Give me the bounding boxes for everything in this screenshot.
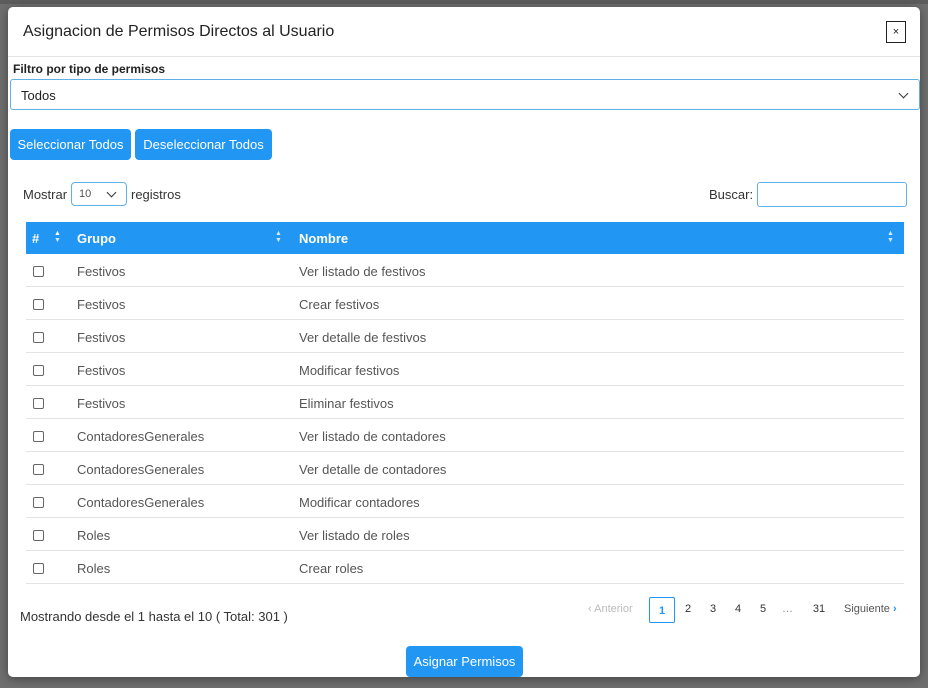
assign-permissions-button[interactable]: Asignar Permisos — [406, 646, 523, 677]
page-link-last[interactable]: 31 — [809, 603, 829, 615]
table-header: # ▲ ▼ Grupo ▲ ▼ Nombre ▲ ▼ — [26, 222, 904, 254]
pagination-ellipsis: … — [782, 603, 793, 615]
page-link-4[interactable]: 4 — [728, 603, 748, 615]
table-row: ContadoresGenerales Modificar contadores — [26, 485, 904, 518]
row-checkbox[interactable] — [33, 365, 44, 376]
name-cell: Ver detalle de festivos — [299, 330, 427, 345]
chevron-down-icon — [898, 88, 909, 99]
search-label: Buscar: — [709, 187, 754, 202]
records-label: registros — [131, 187, 181, 202]
column-header-group[interactable]: Grupo — [77, 231, 116, 246]
page-link-2[interactable]: 2 — [678, 603, 698, 615]
sort-icon[interactable]: ▲ ▼ — [887, 230, 894, 244]
group-cell: Festivos — [77, 363, 126, 378]
group-cell: Festivos — [77, 264, 126, 279]
page-backdrop — [0, 0, 928, 4]
pagination-previous-label: Anterior — [594, 603, 633, 615]
name-cell: Ver detalle de contadores — [299, 462, 447, 477]
search-input[interactable] — [757, 182, 907, 207]
close-button[interactable]: × — [886, 21, 906, 43]
page-link-5[interactable]: 5 — [753, 603, 773, 615]
group-cell: Festivos — [77, 396, 126, 411]
sort-icon[interactable]: ▲ ▼ — [275, 230, 282, 244]
select-all-button[interactable]: Seleccionar Todos — [10, 129, 131, 160]
deselect-all-button[interactable]: Deseleccionar Todos — [135, 129, 272, 160]
permissions-table-body: Festivos Ver listado de festivos Festivo… — [26, 254, 904, 584]
name-cell: Modificar festivos — [299, 363, 400, 378]
filter-label: Filtro por tipo de permisos — [13, 62, 166, 76]
name-cell: Modificar contadores — [299, 495, 420, 510]
table-row: Festivos Eliminar festivos — [26, 386, 904, 419]
name-cell: Ver listado de roles — [299, 528, 410, 543]
group-cell: ContadoresGenerales — [77, 495, 205, 510]
group-cell: Festivos — [77, 330, 126, 345]
table-row: ContadoresGenerales Ver detalle de conta… — [26, 452, 904, 485]
table-row: Festivos Ver listado de festivos — [26, 254, 904, 287]
table-row: Festivos Modificar festivos — [26, 353, 904, 386]
show-label: Mostrar — [23, 187, 68, 202]
group-cell: ContadoresGenerales — [77, 462, 205, 477]
page-length-value: 10 — [79, 188, 92, 200]
modal-header: Asignacion de Permisos Directos al Usuar… — [8, 7, 920, 57]
group-cell: Festivos — [77, 297, 126, 312]
page-length-select[interactable]: 10 — [71, 182, 127, 206]
table-row: Roles Ver listado de roles — [26, 518, 904, 551]
pagination-next[interactable]: Siguiente › — [844, 603, 897, 615]
row-checkbox[interactable] — [33, 431, 44, 442]
permission-type-select[interactable]: Todos — [10, 79, 920, 110]
pagination-previous[interactable]: ‹ Anterior — [588, 603, 633, 615]
modal-title: Asignacion de Permisos Directos al Usuar… — [23, 23, 335, 40]
table-row: Festivos Ver detalle de festivos — [26, 320, 904, 353]
permissions-modal: Asignacion de Permisos Directos al Usuar… — [8, 7, 920, 677]
row-checkbox[interactable] — [33, 563, 44, 574]
row-checkbox[interactable] — [33, 464, 44, 475]
row-checkbox[interactable] — [33, 332, 44, 343]
row-checkbox[interactable] — [33, 497, 44, 508]
table-row: ContadoresGenerales Ver listado de conta… — [26, 419, 904, 452]
name-cell: Ver listado de festivos — [299, 264, 426, 279]
table-row: Roles Crear roles — [26, 551, 904, 584]
chevron-right-icon: › — [892, 603, 897, 615]
row-checkbox[interactable] — [33, 398, 44, 409]
sort-icon[interactable]: ▲ ▼ — [54, 230, 61, 244]
group-cell: ContadoresGenerales — [77, 429, 205, 444]
name-cell: Eliminar festivos — [299, 396, 394, 411]
row-checkbox[interactable] — [33, 530, 44, 541]
row-checkbox[interactable] — [33, 266, 44, 277]
name-cell: Crear festivos — [299, 297, 380, 312]
row-checkbox[interactable] — [33, 299, 44, 310]
page-link-3[interactable]: 3 — [703, 603, 723, 615]
permission-type-value: Todos — [21, 88, 56, 103]
pagination-next-label: Siguiente — [844, 603, 890, 615]
name-cell: Crear roles — [299, 561, 364, 576]
name-cell: Ver listado de contadores — [299, 429, 446, 444]
chevron-left-icon: ‹ — [588, 603, 592, 615]
table-row: Festivos Crear festivos — [26, 287, 904, 320]
table-info: Mostrando desde el 1 hasta el 10 ( Total… — [20, 609, 288, 624]
group-cell: Roles — [77, 528, 111, 543]
group-cell: Roles — [77, 561, 111, 576]
column-header-name[interactable]: Nombre — [299, 231, 348, 246]
chevron-down-icon — [106, 187, 117, 198]
page-link-1[interactable]: 1 — [649, 597, 675, 623]
column-header-number[interactable]: # — [32, 231, 39, 246]
